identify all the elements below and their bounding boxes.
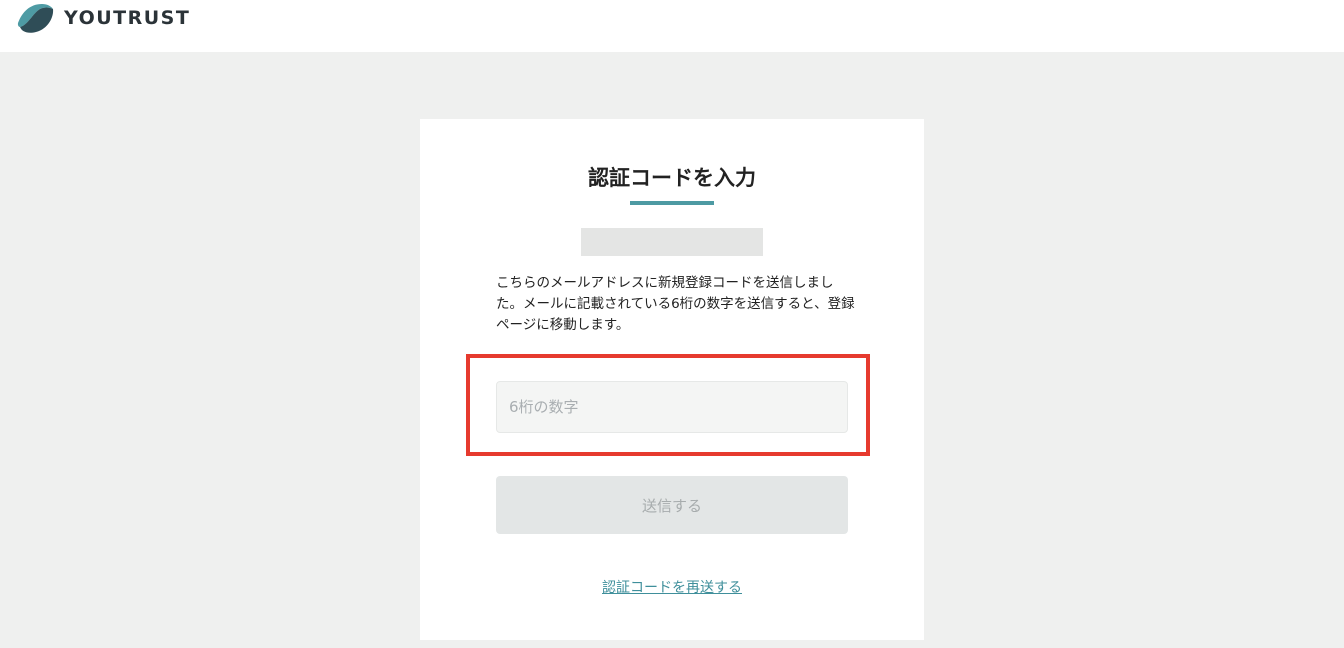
- youtrust-logo-icon: [17, 4, 54, 33]
- page-title: 認証コードを入力: [588, 166, 756, 190]
- title-underline: [630, 201, 714, 205]
- submit-button[interactable]: 送信する: [496, 476, 848, 534]
- instruction-text: こちらのメールアドレスに新規登録コードを送信しました。メールに記載されている6桁…: [496, 275, 855, 333]
- verification-code-input[interactable]: [496, 381, 848, 433]
- logo-text: YOUTRUST: [64, 7, 191, 29]
- email-address-redacted: [581, 228, 763, 256]
- resend-code-link[interactable]: 認証コードを再送する: [0, 577, 1344, 597]
- header: YOUTRUST: [0, 0, 1344, 52]
- logo[interactable]: YOUTRUST: [16, 0, 190, 36]
